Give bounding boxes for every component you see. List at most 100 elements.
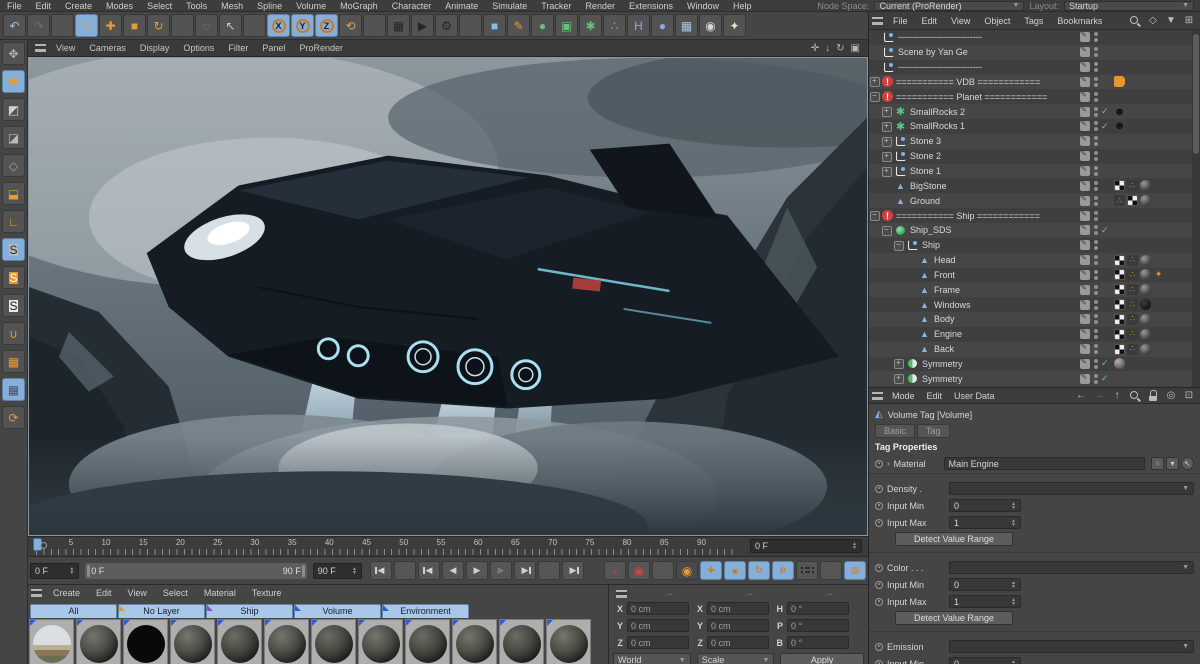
object-manager-menu-item[interactable]: File [886,16,915,26]
end-frame-field[interactable]: 90 F ▲ ▼ [312,562,362,579]
object-name[interactable]: SmallRocks 1 [910,121,965,131]
input-max-field[interactable]: 1 ▲ ▼ [949,516,1021,529]
workplane-mode[interactable]: ◇ [2,154,25,177]
coord-scale-field[interactable]: 0 cm [707,636,769,649]
object-name[interactable]: Stone 1 [910,166,941,176]
sphere-icon[interactable] [1140,180,1151,192]
magnet-snap[interactable]: ∪ [2,322,25,345]
axis-mode[interactable]: ∟ [2,210,25,233]
layer-tab[interactable]: Ship [206,604,293,618]
material-menu-item[interactable]: Material [196,588,244,598]
visibility-dots[interactable] [1094,240,1098,251]
checker-icon[interactable] [1114,299,1125,311]
expand-toggle-icon[interactable] [905,345,917,354]
edit-toggle-icon[interactable] [1080,165,1090,177]
expand-toggle-icon[interactable] [893,373,905,385]
expand-toggle-icon[interactable] [893,240,905,251]
play[interactable]: ▶ [465,561,488,580]
viewport-canvas[interactable] [28,57,868,536]
stepper-icon[interactable]: ▲▼ [848,542,857,551]
animation-dot-icon[interactable] [875,518,883,527]
record-snapshot[interactable]: ◉ [627,561,650,580]
expand-toggle-icon[interactable] [869,76,881,88]
object-row[interactable]: Back [869,341,1200,357]
layer-tab[interactable]: Volume [294,604,381,618]
material-thumbnail[interactable] [405,619,450,664]
render-settings[interactable]: ⚙ [435,14,458,37]
object-row[interactable]: Stone 1 [869,163,1200,179]
edit-toggle-icon[interactable] [1080,313,1090,325]
edit-toggle-icon[interactable] [1080,61,1090,73]
input-min-field[interactable]: 0▲▼ [949,499,1021,512]
material-thumbnail[interactable] [499,619,544,664]
attribute-tab[interactable]: Basic [875,424,916,438]
object-manager-menu-item[interactable]: Edit [915,16,945,26]
dots-icon[interactable] [1127,180,1138,192]
attribute-menu-item[interactable]: Edit [921,391,949,401]
object-name[interactable]: Frame [934,285,960,295]
visibility-dots[interactable] [1094,299,1098,310]
apply-button[interactable]: Apply [780,653,864,664]
floor[interactable]: ▦ [675,14,698,37]
undo[interactable]: ↶ [3,14,26,37]
visibility-dots[interactable] [1094,136,1098,147]
visibility-dots[interactable] [1094,195,1098,206]
object-row[interactable]: Stone 3 [869,133,1200,149]
input-max-field[interactable]: 1 ▲ ▼ [949,595,1021,608]
expand-toggle-icon[interactable] [881,151,893,162]
expand-toggle-icon[interactable] [881,181,893,190]
expand-toggle-icon[interactable] [869,63,881,72]
object-name[interactable]: Stone 3 [910,136,941,146]
menu-item[interactable]: Animate [438,1,485,11]
visibility-dots[interactable] [1094,121,1098,132]
snap-settings[interactable]: S [2,294,25,317]
material-menu-icon[interactable] [31,589,42,597]
object-name[interactable]: Windows [934,300,971,310]
detect-value-range-button[interactable]: Detect Value Range [895,611,1013,625]
visibility-dots[interactable] [1094,358,1098,369]
viewport-menu-item[interactable]: ProRender [292,43,350,53]
menu-item[interactable]: Mesh [214,1,250,11]
model-mode[interactable]: ◩ [2,98,25,121]
snap-enable[interactable]: S [2,238,25,261]
tag-icon[interactable] [1114,76,1125,88]
object-row[interactable]: Head [869,252,1200,268]
back[interactable]: ← [1075,390,1087,402]
visibility-dots[interactable] [1094,76,1098,87]
visibility-dots[interactable] [1094,180,1098,191]
object-name[interactable]: Ship_SDS [910,225,952,235]
x-axis-lock[interactable]: X [267,14,290,37]
material-thumbnail[interactable] [311,619,356,664]
attribute-tab[interactable]: Tag [917,424,950,438]
auto-keying[interactable]: ▤ [843,561,866,580]
checker-icon[interactable] [1114,180,1125,192]
redo[interactable]: ↷ [27,14,50,37]
cloner[interactable]: ∴ [603,14,626,37]
rotate-view[interactable]: ↻ [836,43,844,54]
material-menu-item[interactable]: Select [155,588,196,598]
spline-pen[interactable]: ✎ [507,14,530,37]
render-picture-viewer[interactable]: ▶ [411,14,434,37]
visibility-dots[interactable] [1094,284,1098,295]
checker-icon[interactable] [1114,254,1125,266]
expand-toggle-icon[interactable] [905,256,917,265]
stepper-icon[interactable]: ▲▼ [1007,518,1016,527]
menu-item[interactable]: Window [680,1,726,11]
edit-toggle-icon[interactable] [1080,269,1090,280]
viewport-menu-item[interactable]: Options [176,43,221,53]
key-scale[interactable]: ■ [723,561,746,580]
menu-item[interactable]: Character [385,1,439,11]
visibility-dots[interactable] [1094,344,1098,355]
object-row[interactable]: BigStone [869,178,1200,194]
edit-toggle-icon[interactable] [1080,195,1090,206]
expand-toggle-icon[interactable] [881,106,893,118]
enabled-check-icon[interactable]: ✓ [1101,358,1109,369]
layer-tab[interactable]: Environment [382,604,469,618]
dots-icon[interactable] [1127,343,1138,355]
expand-toggle-icon[interactable] [905,315,917,324]
make-editable[interactable]: ⬒ [2,70,25,93]
object-name[interactable]: =========== VDB ============ [896,77,1040,87]
symmetry-generator[interactable]: H [627,14,650,37]
node-space-select[interactable]: Current (ProRender) ▼ [874,0,1025,11]
prev-frame[interactable]: ◀ [441,561,464,580]
